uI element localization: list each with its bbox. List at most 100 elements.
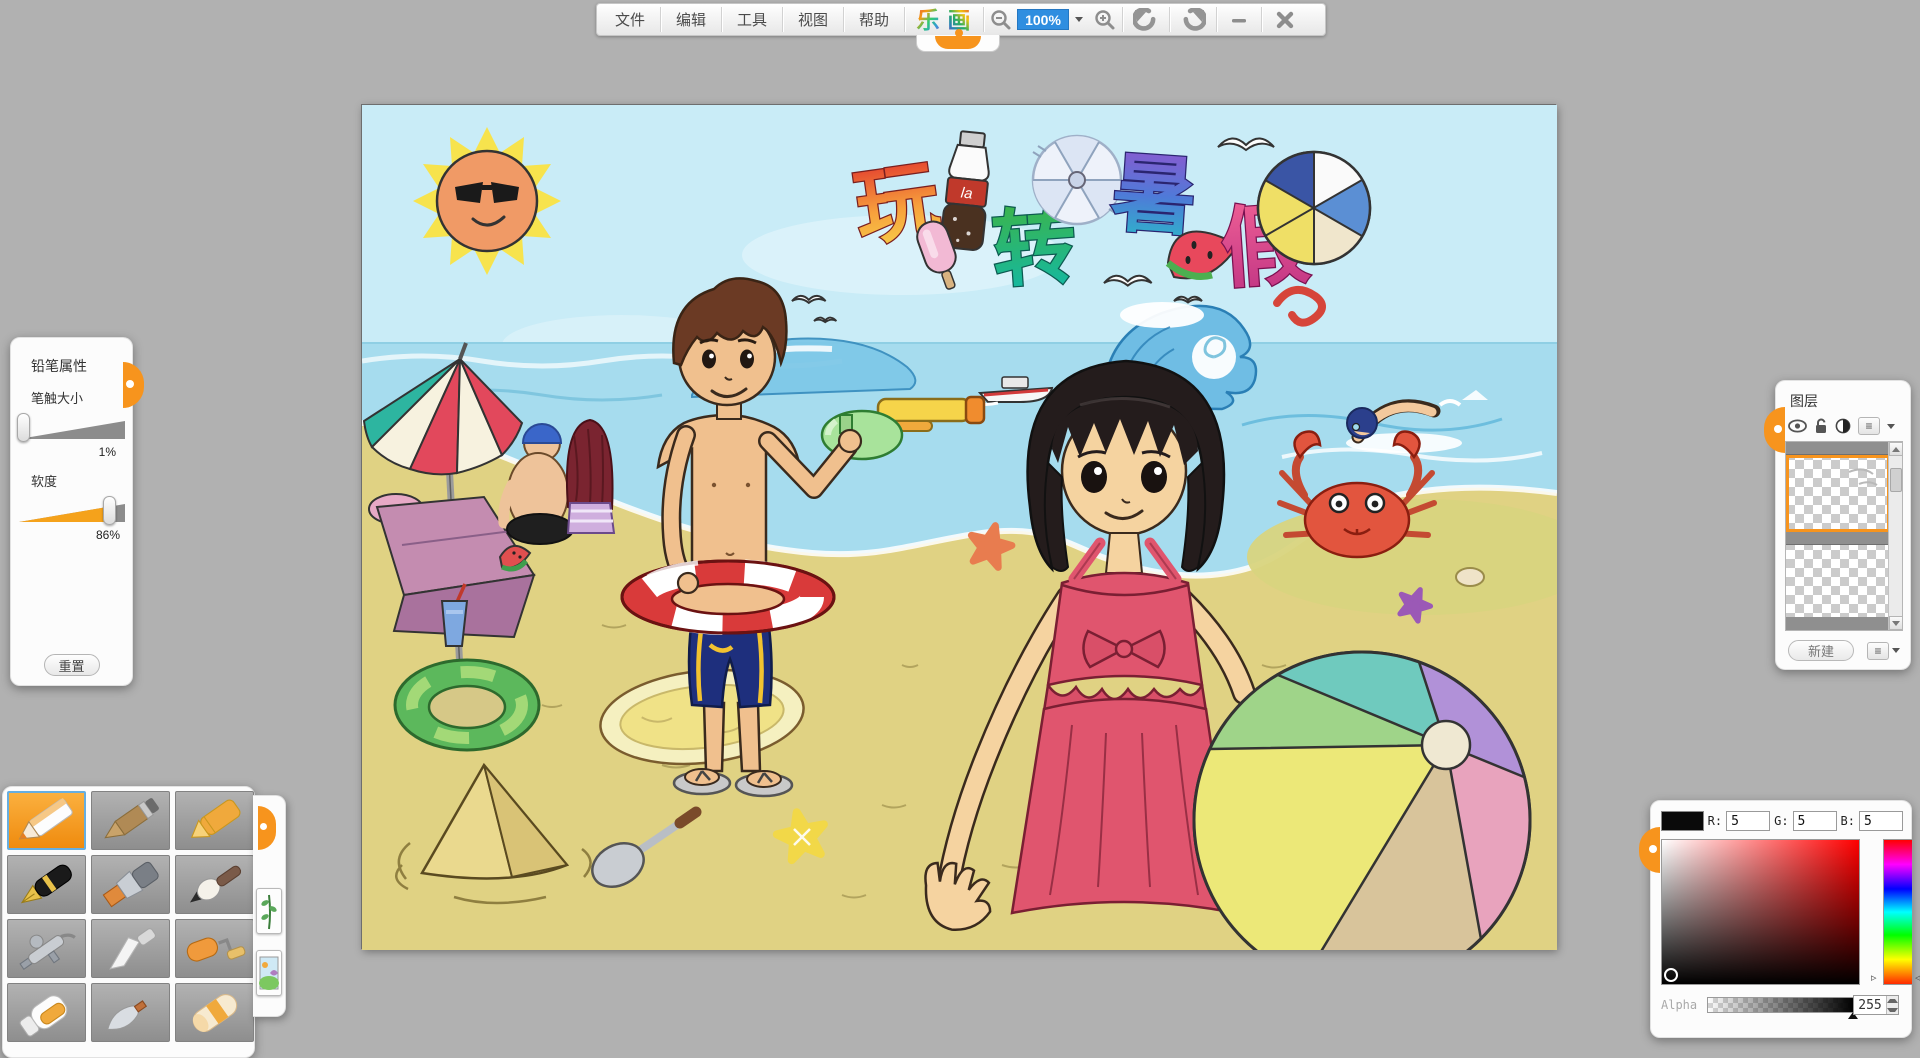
- g-label: G:: [1774, 814, 1788, 828]
- separator: [983, 7, 984, 32]
- close-button[interactable]: [1263, 4, 1307, 35]
- alpha-value: 255: [1854, 996, 1886, 1014]
- visibility-icon[interactable]: [1788, 419, 1807, 433]
- toolbar-collapse-handle[interactable]: [916, 35, 1000, 52]
- picture-stamp-button[interactable]: [256, 950, 282, 996]
- panel-collapse-handle[interactable]: [123, 362, 144, 408]
- tool-ink-brush[interactable]: [175, 855, 254, 914]
- saturation-value-field[interactable]: [1661, 839, 1860, 985]
- app-logo-group[interactable]: 乐 画: [906, 4, 982, 35]
- softness-value: 86%: [11, 528, 120, 542]
- b-input[interactable]: [1859, 811, 1903, 831]
- hue-marker-left[interactable]: ▹: [1871, 971, 1877, 984]
- tool-crayon[interactable]: [175, 791, 254, 850]
- softness-label: 软度: [31, 471, 132, 490]
- scroll-up-button[interactable]: [1889, 442, 1903, 456]
- alpha-label: Alpha: [1661, 998, 1697, 1012]
- close-icon: [1275, 10, 1295, 30]
- green-swim-ring: [395, 660, 539, 750]
- menu-file[interactable]: 文件: [601, 4, 659, 35]
- zoom-in-icon: [1094, 9, 1116, 31]
- canvas-artwork[interactable]: 玩 la 转 暑 假: [362, 105, 1557, 950]
- separator: [1169, 7, 1170, 32]
- current-color-swatch[interactable]: [1661, 811, 1704, 831]
- separator: [1261, 7, 1262, 32]
- menu-help[interactable]: 帮助: [845, 4, 903, 35]
- brush-size-slider[interactable]: [17, 411, 126, 445]
- alpha-up-button[interactable]: [1887, 996, 1898, 1005]
- layers-options-button[interactable]: ≡: [1867, 642, 1889, 660]
- plant-brush-button[interactable]: [256, 888, 282, 934]
- layers-collapse-handle[interactable]: [1764, 407, 1785, 453]
- redo-button[interactable]: [1171, 4, 1215, 35]
- layer-thumbnail-selected[interactable]: [1786, 455, 1890, 532]
- tool-pastel[interactable]: [175, 983, 254, 1042]
- zoom-in-button[interactable]: [1089, 4, 1121, 35]
- zoom-dropdown-caret[interactable]: [1075, 17, 1083, 22]
- minimize-button[interactable]: [1218, 4, 1260, 35]
- main-toolbar: 文件 编辑 工具 视图 帮助 乐 画 100%: [596, 3, 1326, 36]
- separator: [1216, 7, 1217, 32]
- alpha-spinner[interactable]: 255: [1853, 995, 1899, 1015]
- brush-size-value: 1%: [11, 445, 116, 459]
- svg-text:la: la: [960, 184, 973, 202]
- tool-metal-nib[interactable]: [91, 983, 170, 1042]
- softness-slider-handle[interactable]: [103, 496, 116, 525]
- zoom-level-value[interactable]: 100%: [1017, 9, 1069, 30]
- brush-size-label: 笔触大小: [31, 388, 132, 407]
- menu-view[interactable]: 视图: [784, 4, 842, 35]
- pencil-properties-panel: 铅笔属性 笔触大小 1% 软度 86% 重置: [10, 337, 133, 686]
- separator: [1122, 7, 1123, 32]
- layer-scrollbar[interactable]: [1888, 442, 1902, 630]
- hue-marker-right[interactable]: ◃: [1915, 971, 1920, 984]
- handle-nose-dot: [955, 29, 963, 37]
- new-layer-button[interactable]: 新建: [1788, 640, 1854, 661]
- color-picker-collapse-handle[interactable]: [1639, 827, 1660, 873]
- tool-paint-roller[interactable]: [175, 919, 254, 978]
- undo-icon: [1133, 8, 1159, 32]
- layers-options-caret[interactable]: [1892, 648, 1900, 653]
- palette-side-tab: [253, 795, 286, 1017]
- tool-palette-knife[interactable]: [91, 919, 170, 978]
- drawing-canvas[interactable]: 玩 la 转 暑 假: [361, 104, 1556, 949]
- softness-slider[interactable]: [17, 494, 126, 528]
- tool-airbrush[interactable]: [7, 919, 86, 978]
- pencil-panel-title: 铅笔属性: [31, 356, 132, 376]
- tool-palette-panel: [2, 786, 255, 1058]
- separator: [660, 7, 661, 32]
- tool-fountain-pen[interactable]: [7, 855, 86, 914]
- palette-collapse-handle[interactable]: [258, 806, 276, 850]
- tool-flat-brush[interactable]: [91, 855, 170, 914]
- tool-charcoal-pencil[interactable]: [91, 791, 170, 850]
- menu-tools[interactable]: 工具: [723, 4, 781, 35]
- r-label: R:: [1708, 814, 1722, 828]
- reset-button[interactable]: 重置: [44, 654, 100, 676]
- redo-icon: [1180, 8, 1206, 32]
- layers-panel: 图层 ≡ 新建 ≡: [1775, 380, 1911, 670]
- separator: [782, 7, 783, 32]
- unlock-icon[interactable]: [1814, 418, 1828, 434]
- logo-le-icon: 乐: [915, 6, 942, 33]
- zoom-out-button[interactable]: [985, 4, 1017, 35]
- layer-list[interactable]: [1785, 441, 1903, 631]
- brush-size-slider-handle[interactable]: [17, 413, 30, 442]
- r-input[interactable]: [1726, 811, 1770, 831]
- alpha-down-button[interactable]: [1887, 1005, 1898, 1014]
- layer-menu-caret[interactable]: [1887, 424, 1895, 429]
- scrollbar-thumb[interactable]: [1890, 468, 1902, 492]
- tool-pencil[interactable]: [7, 791, 86, 850]
- layer-separator: [1786, 532, 1890, 545]
- menu-edit[interactable]: 编辑: [662, 4, 720, 35]
- g-input[interactable]: [1793, 811, 1837, 831]
- hue-slider[interactable]: [1883, 839, 1913, 985]
- alpha-slider[interactable]: [1707, 997, 1855, 1013]
- plant-brush-icon: [257, 889, 281, 933]
- separator: [843, 7, 844, 32]
- opacity-icon[interactable]: [1835, 418, 1851, 434]
- pinwheel: [1033, 136, 1122, 224]
- layer-menu-button[interactable]: ≡: [1858, 417, 1880, 435]
- tool-paint-jar[interactable]: [7, 983, 86, 1042]
- undo-button[interactable]: [1124, 4, 1168, 35]
- scroll-down-button[interactable]: [1889, 616, 1903, 630]
- zoom-out-icon: [990, 9, 1012, 31]
